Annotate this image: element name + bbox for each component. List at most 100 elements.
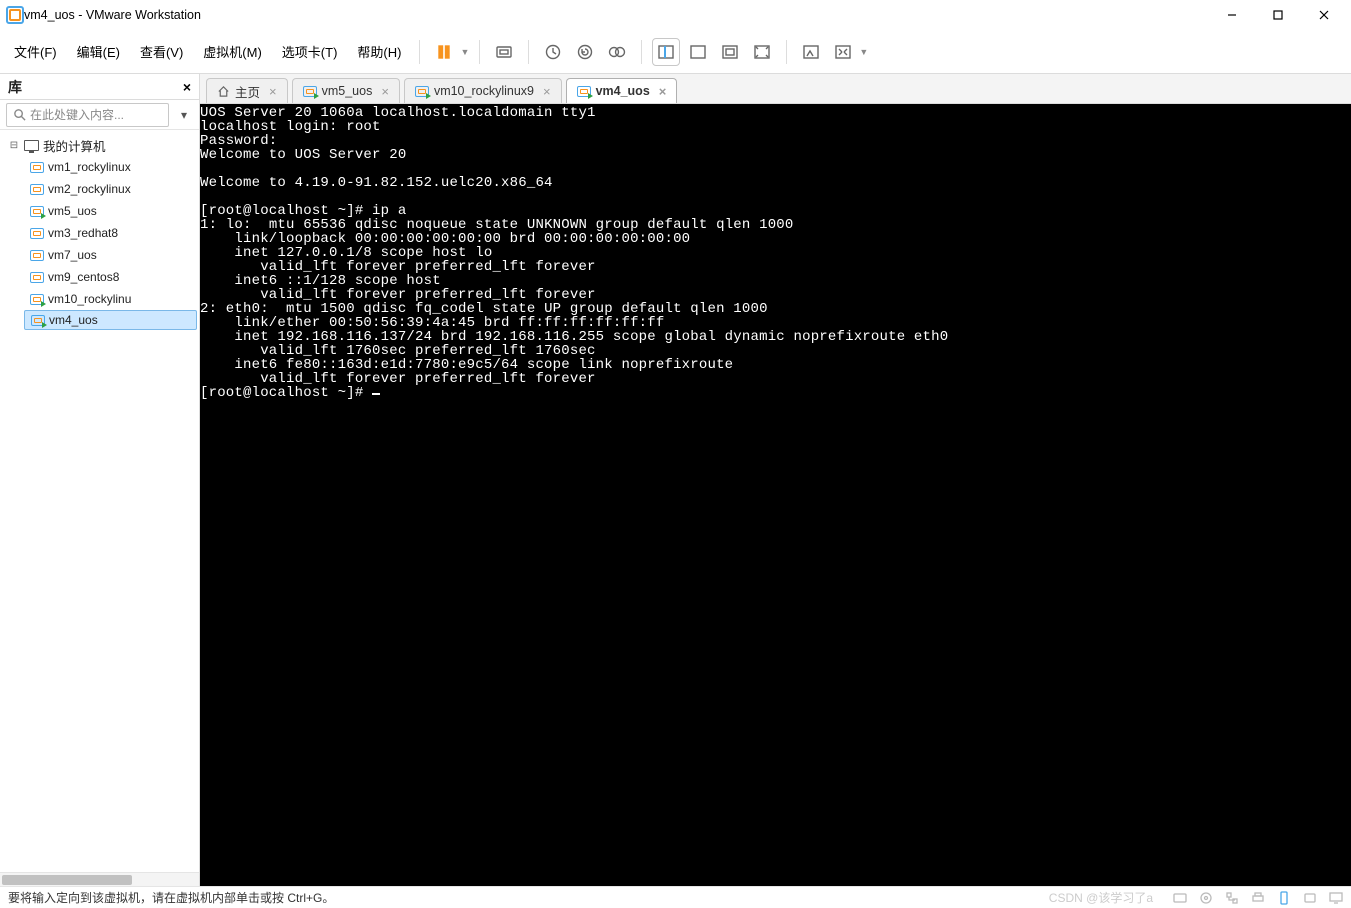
tree-item-vm4_uos[interactable]: vm4_uos <box>24 310 197 330</box>
search-placeholder: 在此处键入内容... <box>30 106 124 123</box>
tree-item-vm2_rockylinux[interactable]: vm2_rockylinux <box>24 178 197 200</box>
separator <box>419 40 420 64</box>
separator <box>528 40 529 64</box>
pause-button-group[interactable]: ▼ <box>430 38 469 66</box>
device-cd-icon[interactable] <box>1199 891 1213 905</box>
tab-vm10_rockylinux9[interactable]: vm10_rockylinux9 × <box>404 78 562 103</box>
tree-item-vm7_uos[interactable]: vm7_uos <box>24 244 197 266</box>
home-icon <box>217 85 230 98</box>
view-single-icon[interactable] <box>684 38 712 66</box>
snapshot-manager-icon[interactable] <box>603 38 631 66</box>
vm-icon <box>30 162 44 173</box>
view-stretch-icon[interactable] <box>748 38 776 66</box>
unity-icon[interactable] <box>797 38 825 66</box>
chevron-down-icon[interactable]: ▼ <box>460 47 469 57</box>
snapshot-take-icon[interactable] <box>539 38 567 66</box>
menu-view[interactable]: 查看(V) <box>132 38 191 65</box>
menu-tabs[interactable]: 选项卡(T) <box>274 38 346 65</box>
close-button[interactable] <box>1301 0 1347 30</box>
tree-item-vm5_uos[interactable]: vm5_uos <box>24 200 197 222</box>
terminal-console[interactable]: UOS Server 20 1060a localhost.localdomai… <box>200 104 1351 886</box>
chevron-down-icon[interactable]: ▼ <box>859 47 868 57</box>
tab-vm4_uos[interactable]: vm4_uos × <box>566 78 678 103</box>
sidebar-search: 在此处键入内容... ▾ <box>0 100 199 130</box>
separator <box>641 40 642 64</box>
vm-tabs: 主页 × vm5_uos × vm10_rockylinux9 × vm4_uos × <box>200 74 1351 104</box>
collapse-icon[interactable]: ⊟ <box>8 140 20 151</box>
status-text: 要将输入定向到该虚拟机，请在虚拟机内部单击或按 Ctrl+G。 <box>8 889 334 906</box>
view-fit-icon[interactable] <box>716 38 744 66</box>
tab-close-icon[interactable]: × <box>381 84 389 99</box>
tab-主页[interactable]: 主页 × <box>206 78 288 103</box>
window-titlebar: vm4_uos - VMware Workstation <box>0 0 1351 30</box>
tab-label: vm10_rockylinux9 <box>434 84 534 98</box>
device-usb-icon[interactable] <box>1277 891 1291 905</box>
tab-label: 主页 <box>235 82 260 101</box>
maximize-button[interactable] <box>1255 0 1301 30</box>
view-console-icon[interactable] <box>652 38 680 66</box>
search-input[interactable]: 在此处键入内容... <box>6 103 169 127</box>
vm-icon <box>30 206 44 217</box>
sidebar-scrollbar[interactable] <box>0 872 199 886</box>
tree-item-label: vm10_rockylinu <box>48 292 131 306</box>
device-network-icon[interactable] <box>1225 891 1239 905</box>
tree-item-label: vm3_redhat8 <box>48 226 118 240</box>
sidebar-close-button[interactable]: × <box>183 79 191 95</box>
menu-toolbar: 文件(F) 编辑(E) 查看(V) 虚拟机(M) 选项卡(T) 帮助(H) ▼ … <box>0 30 1351 74</box>
suspend-icon[interactable] <box>430 38 458 66</box>
tree-item-vm10_rockylinu[interactable]: vm10_rockylinu <box>24 288 197 310</box>
vm-icon <box>30 184 44 195</box>
vm-icon <box>30 272 44 283</box>
tab-vm5_uos[interactable]: vm5_uos × <box>292 78 400 103</box>
send-ctrl-alt-del-icon[interactable] <box>490 38 518 66</box>
tree-root[interactable]: ⊟ 我的计算机 <box>2 134 197 156</box>
tab-label: vm4_uos <box>596 84 650 98</box>
computer-icon <box>24 140 39 151</box>
tree-root-label: 我的计算机 <box>43 136 106 155</box>
separator <box>479 40 480 64</box>
watermark: CSDN @该学习了a <box>1049 889 1153 906</box>
vm-icon <box>30 294 44 305</box>
tree-item-label: vm4_uos <box>49 313 98 327</box>
vm-icon <box>30 228 44 239</box>
menu-help[interactable]: 帮助(H) <box>349 38 409 65</box>
device-disk-icon[interactable] <box>1173 891 1187 905</box>
tab-close-icon[interactable]: × <box>543 84 551 99</box>
tree-item-vm3_redhat8[interactable]: vm3_redhat8 <box>24 222 197 244</box>
tab-close-icon[interactable]: × <box>269 84 277 99</box>
device-sound-icon[interactable] <box>1303 891 1317 905</box>
search-icon <box>13 108 26 121</box>
menu-vm[interactable]: 虚拟机(M) <box>195 38 270 65</box>
fullscreen-icon[interactable] <box>829 38 857 66</box>
tree-item-label: vm2_rockylinux <box>48 182 131 196</box>
status-bar: 要将输入定向到该虚拟机，请在虚拟机内部单击或按 Ctrl+G。 CSDN @该学… <box>0 886 1351 908</box>
window-title: vm4_uos - VMware Workstation <box>24 8 201 22</box>
main-area: 主页 × vm5_uos × vm10_rockylinux9 × vm4_uos × UOS… <box>200 74 1351 886</box>
device-display-icon[interactable] <box>1329 891 1343 905</box>
menu-edit[interactable]: 编辑(E) <box>69 38 128 65</box>
tree-item-vm1_rockylinux[interactable]: vm1_rockylinux <box>24 156 197 178</box>
fullscreen-button-group[interactable]: ▼ <box>829 38 868 66</box>
tab-label: vm5_uos <box>322 84 373 98</box>
device-printer-icon[interactable] <box>1251 891 1265 905</box>
tree-item-label: vm1_rockylinux <box>48 160 131 174</box>
vm-icon <box>31 315 45 326</box>
tree-item-label: vm5_uos <box>48 204 97 218</box>
minimize-button[interactable] <box>1209 0 1255 30</box>
tab-close-icon[interactable]: × <box>659 84 667 99</box>
tree-item-vm9_centos8[interactable]: vm9_centos8 <box>24 266 197 288</box>
sidebar-title: 库 <box>8 77 22 97</box>
tree-item-label: vm9_centos8 <box>48 270 119 284</box>
separator <box>786 40 787 64</box>
vm-icon <box>30 250 44 261</box>
snapshot-revert-icon[interactable] <box>571 38 599 66</box>
vm-tree: ⊟ 我的计算机 vm1_rockylinux vm2_rockylinux vm5_… <box>0 130 199 872</box>
vm-icon <box>577 86 591 97</box>
sidebar-header: 库 × <box>0 74 199 100</box>
search-dropdown-button[interactable]: ▾ <box>175 108 193 122</box>
vm-icon <box>303 86 317 97</box>
scrollbar-thumb[interactable] <box>2 875 132 885</box>
vm-icon <box>415 86 429 97</box>
library-sidebar: 库 × 在此处键入内容... ▾ ⊟ 我的计算机 vm1_rockylinuxv… <box>0 74 200 886</box>
menu-file[interactable]: 文件(F) <box>6 38 65 65</box>
